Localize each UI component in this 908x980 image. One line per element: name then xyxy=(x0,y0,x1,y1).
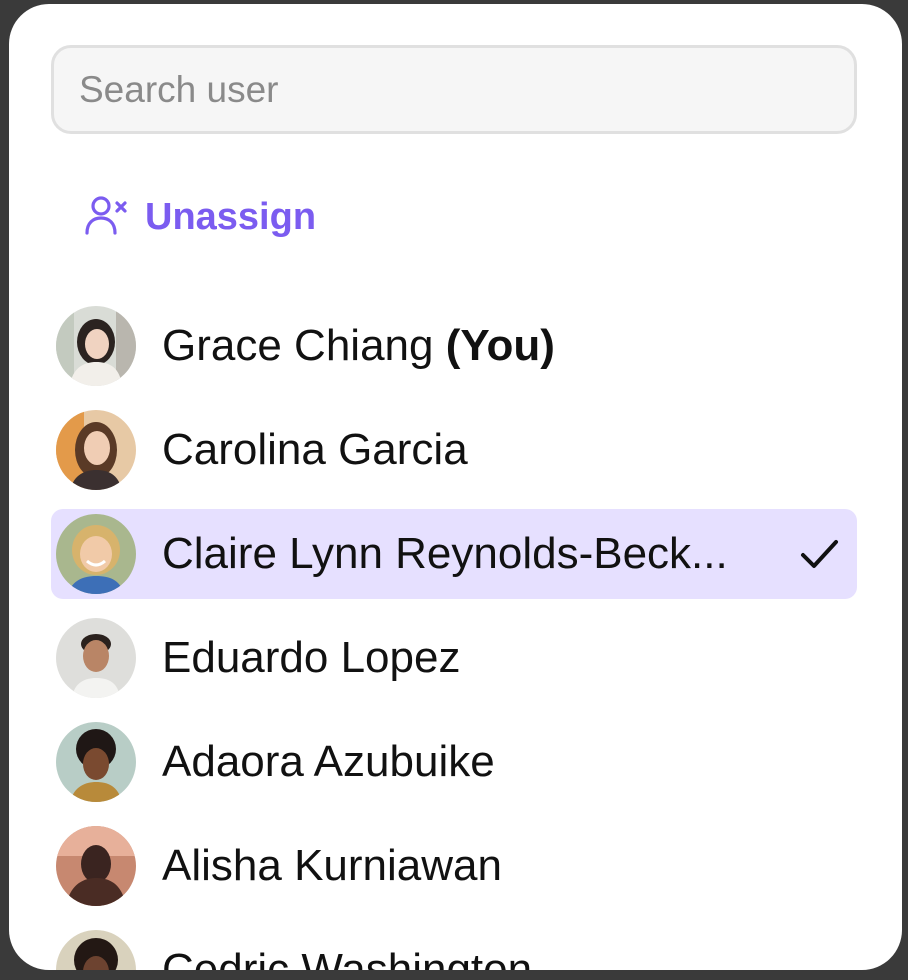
user-name: Adaora Azubuike xyxy=(162,737,495,786)
search-input[interactable] xyxy=(54,48,854,131)
search-field[interactable] xyxy=(51,45,857,134)
avatar xyxy=(56,930,136,970)
user-row-cedric-washington[interactable]: Cedric Washington xyxy=(51,918,857,970)
user-name: Carolina Garcia xyxy=(162,425,468,474)
avatar xyxy=(56,306,136,386)
check-icon xyxy=(801,540,838,568)
unassign-label: Unassign xyxy=(145,195,317,238)
avatar xyxy=(56,722,136,802)
user-name: Cedric Washington xyxy=(162,945,533,970)
you-tag: (You) xyxy=(445,321,555,370)
avatar xyxy=(56,410,136,490)
avatar xyxy=(56,826,136,906)
user-list: Grace Chiang (You) Carolina Garcia Clair… xyxy=(51,294,857,970)
unassign-button[interactable]: Unassign xyxy=(81,189,316,245)
user-row-claire-lynn-reynolds-beck[interactable]: Claire Lynn Reynolds-Beck... xyxy=(51,509,857,599)
user-row-carolina-garcia[interactable]: Carolina Garcia xyxy=(51,398,857,502)
user-row-eduardo-lopez[interactable]: Eduardo Lopez xyxy=(51,606,857,710)
user-name: Claire Lynn Reynolds-Beck... xyxy=(162,529,728,578)
user-x-icon xyxy=(81,191,129,244)
user-picker-panel: Unassign Grace Chiang (You) xyxy=(9,4,902,970)
avatar xyxy=(56,618,136,698)
user-name: Grace Chiang xyxy=(162,321,434,370)
user-name: Alisha Kurniawan xyxy=(162,841,502,890)
avatar xyxy=(56,514,136,594)
user-row-alisha-kurniawan[interactable]: Alisha Kurniawan xyxy=(51,814,857,918)
user-row-adaora-azubuike[interactable]: Adaora Azubuike xyxy=(51,710,857,814)
user-row-grace-chiang[interactable]: Grace Chiang (You) xyxy=(51,294,857,398)
user-name: Eduardo Lopez xyxy=(162,633,461,682)
